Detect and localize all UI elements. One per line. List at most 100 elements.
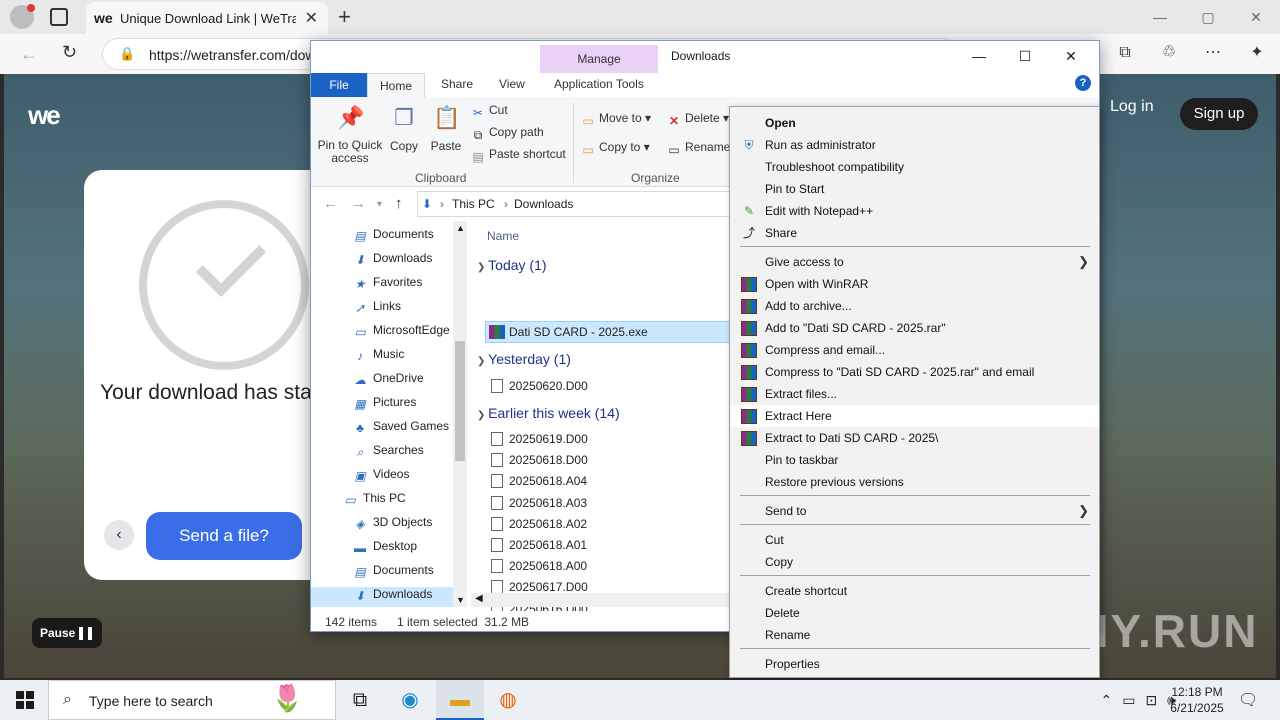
manage-context-tab[interactable]: Manage — [540, 45, 658, 73]
breadcrumb-this-pc[interactable]: This PC — [452, 197, 495, 211]
file-item[interactable]: 20250620.D00 — [491, 379, 588, 393]
explorer-forward-icon[interactable]: → — [351, 195, 366, 212]
nav-item[interactable]: ▤ Documents — [353, 563, 433, 579]
cut-button[interactable]: ✂ Cut — [471, 103, 508, 120]
firefox-icon[interactable]: ◍ — [484, 680, 532, 720]
taskbar-search[interactable]: ⌕ Type here to search 🌷 — [48, 680, 336, 720]
nav-item[interactable]: ⌕ Searches — [353, 443, 424, 459]
nav-item[interactable]: ♪ Music — [353, 347, 404, 363]
menu-item-rename[interactable]: Rename — [731, 624, 1099, 646]
start-button[interactable] — [16, 691, 34, 709]
tab-actions-icon[interactable] — [50, 8, 68, 26]
file-explorer-icon[interactable]: ▬ — [436, 680, 484, 720]
menu-item-properties[interactable]: Properties — [731, 653, 1099, 675]
menu-item-compress-to-dati-sd-card-2025-rar-and-email[interactable]: Compress to "Dati SD CARD - 2025.rar" an… — [731, 361, 1099, 383]
minimize-button[interactable]: — — [1136, 0, 1184, 34]
menu-item-troubleshoot-compatibility[interactable]: Troubleshoot compatibility — [731, 156, 1099, 178]
menu-item-extract-to-dati-sd-card-2025[interactable]: Extract to Dati SD CARD - 2025\ — [731, 427, 1099, 449]
file-item[interactable]: 20250618.A01 — [491, 538, 587, 552]
file-item[interactable]: 20250618.A03 — [491, 495, 587, 510]
tab-file[interactable]: File — [311, 73, 367, 97]
file-item[interactable]: 20250618.A04 — [491, 474, 587, 489]
clock[interactable]: 12:18 PM 6/21/2025 — [1164, 684, 1230, 716]
file-item[interactable]: 20250618.D00 — [491, 453, 588, 468]
nav-item[interactable]: ☁ OneDrive — [353, 371, 424, 387]
scroll-up-icon[interactable]: ▲ — [456, 223, 465, 233]
tab-application-tools[interactable]: Application Tools — [554, 77, 644, 91]
menu-item-give-access-to[interactable]: Give access to ❯ — [731, 251, 1099, 273]
menu-item-pin-to-taskbar[interactable]: Pin to taskbar — [731, 449, 1099, 471]
edge-icon[interactable]: ◉ — [386, 680, 434, 720]
login-link[interactable]: Log in — [1110, 98, 1154, 116]
url-text[interactable]: https://wetransfer.com/downloads — [149, 47, 311, 63]
file-item[interactable]: 20250618.A00 — [491, 559, 587, 574]
group-today[interactable]: ❯ Today (1) — [477, 257, 547, 273]
maximize-button[interactable]: ▢ — [1184, 0, 1232, 34]
nav-item[interactable]: ★ Favorites — [353, 275, 423, 291]
menu-item-share[interactable]: ⤴ Share — [731, 222, 1099, 244]
file-item[interactable]: 20250618.A02 — [491, 516, 587, 531]
nav-item[interactable]: ⬇ Downloads — [353, 251, 432, 267]
explorer-close-button[interactable]: ✕ — [1048, 41, 1094, 71]
pause-button[interactable]: Pause — [32, 618, 102, 648]
nav-item[interactable]: ➚ Links — [353, 299, 401, 315]
group-yesterday[interactable]: ❯ Yesterday (1) — [477, 351, 571, 367]
nav-item[interactable]: ▭ MicrosoftEdge — [353, 323, 449, 339]
tab-view[interactable]: View — [499, 77, 525, 91]
nav-scrollbar[interactable]: ▲ ▼ — [453, 221, 467, 607]
move-to-button[interactable]: ▭ Move to ▾ — [581, 111, 651, 128]
delete-button[interactable]: ✕ Delete ▾ — [667, 111, 729, 128]
menu-item-open-with-winrar[interactable]: Open with WinRAR — [731, 273, 1099, 295]
nav-item[interactable]: ⬇ Downloads — [353, 587, 432, 603]
up-icon[interactable]: ↑ — [395, 195, 403, 212]
task-view-icon[interactable]: ⧉ — [336, 680, 384, 720]
nav-scroll-thumb[interactable] — [455, 341, 465, 461]
scroll-down-icon[interactable]: ▼ — [456, 595, 465, 605]
copilot-icon[interactable]: ✦ — [1246, 42, 1268, 64]
menu-item-extract-here[interactable]: Extract Here — [731, 405, 1099, 427]
paste-button[interactable]: 📋 Paste — [429, 105, 463, 153]
tab-close-icon[interactable]: ✕ — [305, 8, 318, 28]
explorer-back-icon[interactable]: ← — [323, 195, 338, 212]
recent-locations-icon[interactable]: ▾ — [377, 199, 382, 210]
browser-tab[interactable]: we Unique Download Link | WeTransfer ✕ — [86, 2, 328, 34]
group-earlier-this-week[interactable]: ❯ Earlier this week (14) — [477, 405, 620, 421]
menu-item-send-to[interactable]: Send to ❯ — [731, 500, 1099, 522]
back-icon[interactable]: ← — [20, 44, 38, 65]
collections-icon[interactable]: ⧉ — [1114, 42, 1136, 64]
menu-item-edit-with-notepad[interactable]: ✎ Edit with Notepad++ — [731, 200, 1099, 222]
nav-item[interactable]: ▬ Desktop — [353, 539, 417, 555]
menu-item-delete[interactable]: Delete — [731, 602, 1099, 624]
nav-item[interactable]: ▤ Documents — [353, 227, 433, 243]
paste-shortcut-button[interactable]: ▤ Paste shortcut — [471, 147, 565, 164]
more-icon[interactable]: ⋯ — [1202, 42, 1224, 64]
menu-item-extract-files[interactable]: Extract files... — [731, 383, 1099, 405]
menu-item-restore-previous-versions[interactable]: Restore previous versions — [731, 471, 1099, 493]
column-name-header[interactable]: Name — [487, 229, 519, 243]
help-icon[interactable]: ? — [1075, 75, 1091, 91]
signup-button[interactable]: Sign up — [1180, 98, 1258, 130]
file-item-exe[interactable]: Dati SD CARD - 2025.exe — [489, 325, 648, 339]
nav-item[interactable]: ♣ Saved Games — [353, 419, 449, 435]
menu-item-add-to-archive[interactable]: Add to archive... — [731, 295, 1099, 317]
breadcrumb-downloads[interactable]: Downloads — [514, 197, 573, 211]
menu-item-run-as-administrator[interactable]: ⛨ Run as administrator — [731, 134, 1099, 156]
new-tab-icon[interactable]: + — [338, 4, 351, 30]
send-file-button[interactable]: Send a file? — [146, 512, 302, 560]
menu-item-cut[interactable]: Cut — [731, 529, 1099, 551]
network-icon[interactable]: ⊡ — [1145, 692, 1157, 709]
nav-item[interactable]: ▣ Videos — [353, 467, 409, 483]
explorer-maximize-button[interactable]: ☐ — [1002, 41, 1048, 71]
pin-quick-access-button[interactable]: 📌 Pin to Quick access — [317, 105, 383, 165]
menu-item-compress-and-email[interactable]: Compress and email... — [731, 339, 1099, 361]
copy-button[interactable]: ❐ Copy — [387, 105, 421, 153]
chevron-up-icon[interactable]: ⌃ — [1100, 692, 1112, 709]
network-status-icon[interactable]: ▭ — [1122, 692, 1135, 709]
extensions-icon[interactable]: ♲ — [1158, 42, 1180, 64]
menu-item-open[interactable]: Open — [731, 112, 1099, 134]
notification-icon[interactable]: 🗨 — [1238, 690, 1258, 710]
wetransfer-logo[interactable]: we — [28, 100, 61, 131]
scroll-left-icon[interactable]: ◀ — [475, 593, 483, 604]
menu-item-copy[interactable]: Copy — [731, 551, 1099, 573]
close-button[interactable]: ✕ — [1232, 0, 1280, 34]
